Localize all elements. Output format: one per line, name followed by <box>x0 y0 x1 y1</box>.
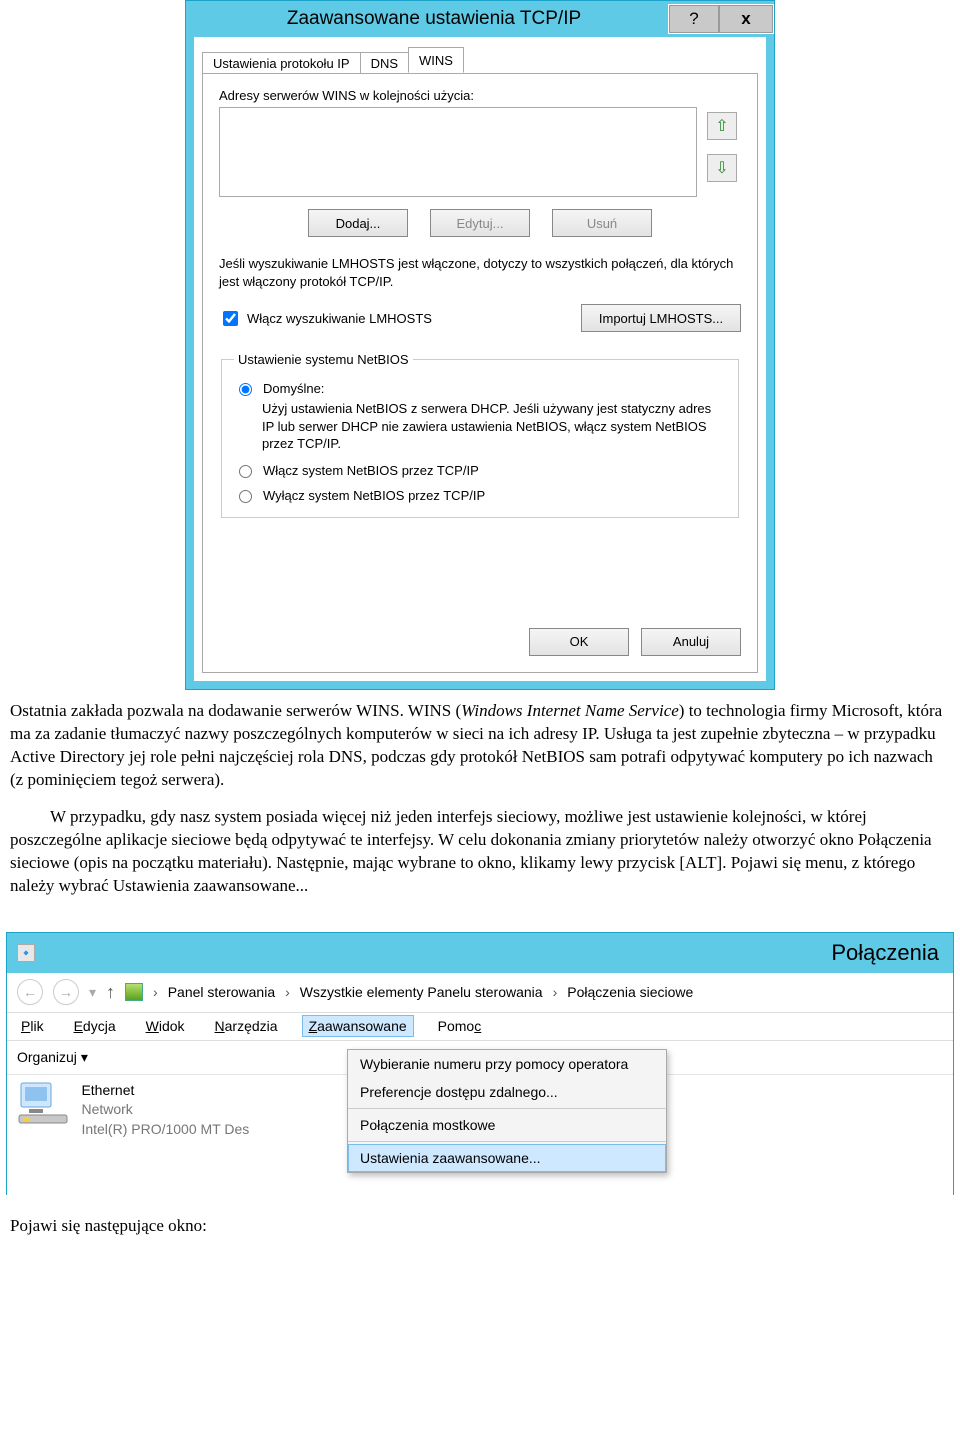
reorder-buttons: ⇧ ⇩ <box>707 112 737 182</box>
lmhosts-checkbox-text: Włącz wyszukiwanie LMHOSTS <box>247 311 432 326</box>
menu-bar: Plik Edycja Widok Narzędzia Zaawansowane… <box>7 1013 953 1041</box>
article-body: Ostatnia zakłada pozwala na dodawanie se… <box>0 696 960 932</box>
menu-help[interactable]: Pomoc <box>432 1016 488 1036</box>
help-icon: ? <box>689 9 698 29</box>
lmhosts-checkbox[interactable] <box>223 311 238 326</box>
article-tail: Pojawi się następujące okno: <box>0 1211 960 1272</box>
netbios-legend: Ustawienie systemu NetBIOS <box>234 352 413 367</box>
netbios-radio-disable-row[interactable]: Wyłącz system NetBIOS przez TCP/IP <box>234 488 726 503</box>
lmhosts-checkbox-label[interactable]: Włącz wyszukiwanie LMHOSTS <box>219 308 432 329</box>
window-titlebar: 🔹 Połączenia <box>7 933 953 973</box>
wins-button-row: Dodaj... Edytuj... Usuń <box>219 209 741 237</box>
netbios-groupbox: Ustawienie systemu NetBIOS Domyślne: Uży… <box>221 352 739 518</box>
tab-ip[interactable]: Ustawienia protokołu IP <box>202 52 361 74</box>
tab-dns[interactable]: DNS <box>360 52 409 74</box>
system-menu-icon[interactable]: 🔹 <box>17 944 35 962</box>
cancel-button[interactable]: Anuluj <box>641 628 741 656</box>
arrow-down-icon: ⇩ <box>715 158 728 178</box>
menu-item-advanced-settings[interactable]: Ustawienia zaawansowane... <box>348 1144 666 1172</box>
tab-wins[interactable]: WINS <box>408 47 464 73</box>
back-button[interactable]: ← <box>17 979 43 1005</box>
dialog-title: Zaawansowane ustawienia TCP/IP <box>200 8 668 30</box>
close-icon: x <box>741 9 750 29</box>
close-button[interactable]: x <box>719 5 773 33</box>
adapter-network: Network <box>81 1100 249 1120</box>
import-lmhosts-button[interactable]: Importuj LMHOSTS... <box>581 304 741 332</box>
menu-separator <box>348 1108 666 1109</box>
paragraph-3: Pojawi się następujące okno: <box>10 1215 950 1238</box>
menu-file[interactable]: Plik <box>15 1016 50 1036</box>
move-up-button[interactable]: ⇧ <box>707 112 737 140</box>
menu-item-bridge-connections[interactable]: Połączenia mostkowe <box>348 1111 666 1139</box>
menu-advanced[interactable]: Zaawansowane <box>302 1015 414 1037</box>
chevron-right-icon: › <box>553 984 558 1000</box>
menu-edit[interactable]: Edycja <box>68 1016 122 1036</box>
crumb-3[interactable]: Połączenia sieciowe <box>567 984 693 1000</box>
crumb-2[interactable]: Wszystkie elementy Panelu sterowania <box>300 984 543 1000</box>
netbios-radio-enable-label: Włącz system NetBIOS przez TCP/IP <box>263 463 479 478</box>
lmhosts-info-text: Jeśli wyszukiwanie LMHOSTS jest włączone… <box>219 255 741 290</box>
tab-strip: Ustawienia protokołu IP DNS WINS <box>202 47 758 73</box>
control-panel-icon <box>125 983 143 1001</box>
chevron-right-icon: › <box>153 984 158 1000</box>
adapter-name: Ethernet <box>81 1081 249 1101</box>
dialog-button-row: OK Anuluj <box>219 628 741 656</box>
arrow-right-icon: → <box>59 984 73 1000</box>
dialog-titlebar: Zaawansowane ustawienia TCP/IP ? x <box>186 1 774 37</box>
netbios-radio-default-row[interactable]: Domyślne: <box>234 381 726 396</box>
advanced-dropdown-menu: Wybieranie numeru przy pomocy operatora … <box>347 1049 667 1173</box>
chevron-right-icon: › <box>285 984 290 1000</box>
titlebar-buttons: ? x <box>668 4 774 34</box>
ethernet-adapter-item[interactable]: Ethernet Network Intel(R) PRO/1000 MT De… <box>81 1081 249 1140</box>
forward-button[interactable]: → <box>53 979 79 1005</box>
wins-servers-label: Adresy serwerów WINS w kolejności użycia… <box>219 88 741 103</box>
remove-button[interactable]: Usuń <box>552 209 652 237</box>
organize-button[interactable]: Organizuj ▾ <box>17 1049 88 1066</box>
netbios-radio-disable-label: Wyłącz system NetBIOS przez TCP/IP <box>263 488 485 503</box>
content-area: Ethernet Network Intel(R) PRO/1000 MT De… <box>7 1075 953 1195</box>
tab-page-wins: Adresy serwerów WINS w kolejności użycia… <box>202 73 758 673</box>
netbios-radio-enable-row[interactable]: Włącz system NetBIOS przez TCP/IP <box>234 463 726 478</box>
netbios-radio-default-label: Domyślne: <box>263 381 324 396</box>
breadcrumb: › Panel sterowania › Wszystkie elementy … <box>125 983 693 1001</box>
recent-dropdown-icon[interactable]: ▾ <box>89 984 96 1001</box>
arrow-left-icon: ← <box>23 984 37 1000</box>
tcpip-advanced-dialog: Zaawansowane ustawienia TCP/IP ? x Ustaw… <box>185 0 775 690</box>
up-button[interactable]: ↑ <box>106 982 115 1003</box>
help-button[interactable]: ? <box>669 5 719 33</box>
netbios-radio-default[interactable] <box>239 383 252 396</box>
chevron-down-icon: ▾ <box>81 1049 88 1065</box>
menu-item-remote-access-prefs[interactable]: Preferencje dostępu zdalnego... <box>348 1078 666 1106</box>
paragraph-2: W przypadku, gdy nasz system posiada wię… <box>10 806 950 898</box>
netbios-default-desc: Użyj ustawienia NetBIOS z serwera DHCP. … <box>262 400 726 453</box>
arrow-up-icon: ⇧ <box>715 116 728 136</box>
move-down-button[interactable]: ⇩ <box>707 154 737 182</box>
netbios-radio-enable[interactable] <box>239 465 252 478</box>
crumb-1[interactable]: Panel sterowania <box>168 984 275 1000</box>
adapter-device: Intel(R) PRO/1000 MT Des <box>81 1120 249 1140</box>
menu-view[interactable]: Widok <box>140 1016 191 1036</box>
dialog-body: Ustawienia protokołu IP DNS WINS Adresy … <box>186 37 774 689</box>
menu-separator <box>348 1141 666 1142</box>
lmhosts-row: Włącz wyszukiwanie LMHOSTS Importuj LMHO… <box>219 304 741 332</box>
paragraph-1: Ostatnia zakłada pozwala na dodawanie se… <box>10 700 950 792</box>
add-button[interactable]: Dodaj... <box>308 209 408 237</box>
menu-item-operator-dial[interactable]: Wybieranie numeru przy pomocy operatora <box>348 1050 666 1078</box>
nav-row: ← → ▾ ↑ › Panel sterowania › Wszystkie e… <box>7 973 953 1013</box>
network-connections-window: 🔹 Połączenia ← → ▾ ↑ › Panel sterowania … <box>6 932 954 1195</box>
ok-button[interactable]: OK <box>529 628 629 656</box>
edit-button[interactable]: Edytuj... <box>430 209 530 237</box>
wins-server-listbox[interactable] <box>219 107 697 197</box>
netbios-radio-disable[interactable] <box>239 490 252 503</box>
ethernet-adapter-icon <box>17 1081 69 1125</box>
window-title: Połączenia <box>43 940 939 966</box>
menu-tools[interactable]: Narzędzia <box>209 1016 284 1036</box>
